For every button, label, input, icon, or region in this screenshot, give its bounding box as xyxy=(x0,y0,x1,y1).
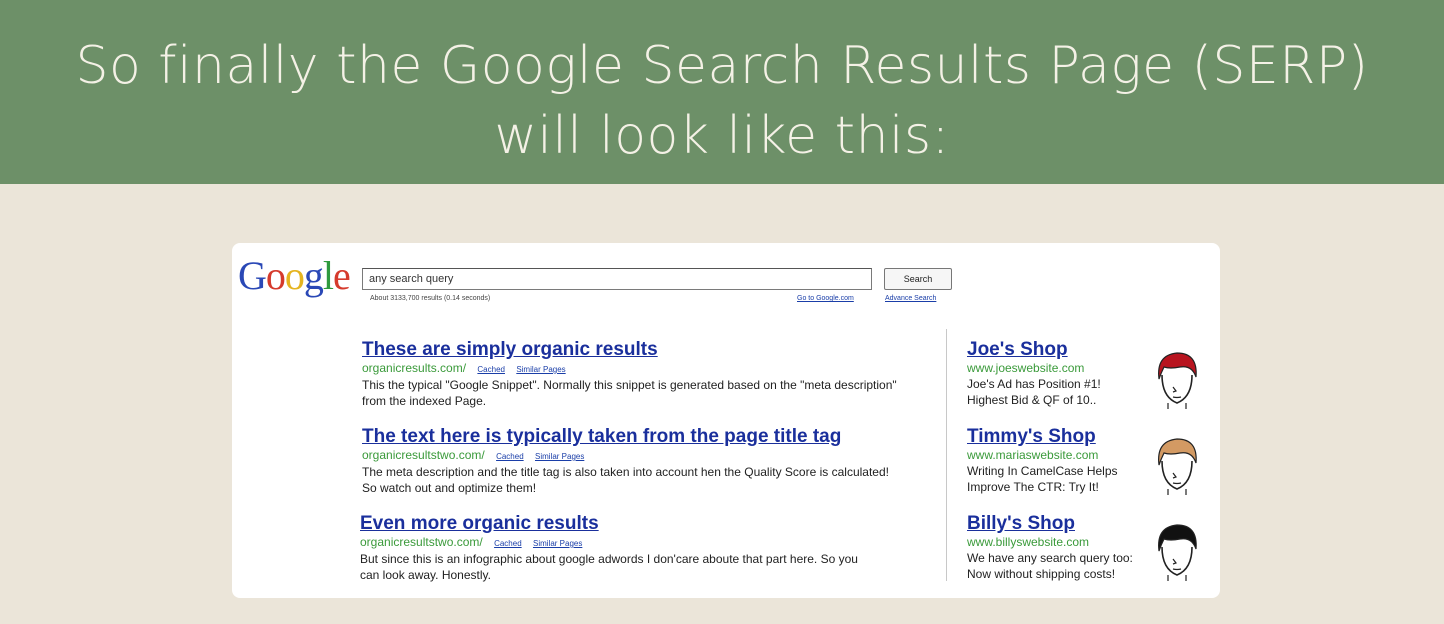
avatar xyxy=(1152,519,1202,581)
search-button[interactable]: Search xyxy=(884,268,952,290)
ad-title-link[interactable]: Joe's Shop xyxy=(967,339,1167,361)
result-snippet: But since this is an infographic about g… xyxy=(360,552,858,582)
ad-text-line: Now without shipping costs! xyxy=(967,567,1116,581)
ad-text-line: Writing In CamelCase Helps xyxy=(967,464,1118,478)
cached-link[interactable]: Cached xyxy=(477,365,505,374)
cached-link[interactable]: Cached xyxy=(496,452,524,461)
similar-pages-link[interactable]: Similar Pages xyxy=(516,365,565,374)
banner-title-line-1: So finally the Google Search Results Pag… xyxy=(75,36,1369,96)
result-title-link[interactable]: Even more organic results xyxy=(360,513,860,535)
logo-letter: o xyxy=(265,253,286,298)
search-input[interactable]: any search query xyxy=(362,268,872,290)
ad-title-link[interactable]: Billy's Shop xyxy=(967,513,1167,535)
logo-letter: g xyxy=(303,253,324,298)
ad-result: Joe's Shop www.joeswebsite.com Joe's Ad … xyxy=(967,339,1167,408)
organic-result: The text here is typically taken from th… xyxy=(362,426,902,496)
result-title-link[interactable]: These are simply organic results xyxy=(362,339,902,361)
organic-result: These are simply organic results organic… xyxy=(362,339,902,409)
logo-letter: G xyxy=(238,253,267,298)
result-title-link[interactable]: The text here is typically taken from th… xyxy=(362,426,902,448)
serp-mockup: Google any search query Search About 313… xyxy=(232,243,1220,598)
ad-result: Billy's Shop www.billyswebsite.com We ha… xyxy=(967,513,1167,582)
result-snippet: This the typical "Google Snippet". Norma… xyxy=(362,378,897,408)
ad-text-line: Joe's Ad has Position #1! xyxy=(967,377,1101,391)
header-banner: So finally the Google Search Results Pag… xyxy=(0,0,1444,184)
ad-text-line: We have any search query too: xyxy=(967,551,1133,565)
result-url: organicresultstwo.com/ xyxy=(360,535,483,549)
organic-result: Even more organic results organicresults… xyxy=(360,513,860,583)
results-divider xyxy=(946,329,947,581)
cached-link[interactable]: Cached xyxy=(494,539,522,548)
result-url: organicresults.com/ xyxy=(362,361,467,375)
ad-url: www.billyswebsite.com xyxy=(967,535,1090,549)
results-stats: About 3133,700 results (0.14 seconds) xyxy=(370,295,491,302)
avatar xyxy=(1152,347,1202,409)
similar-pages-link[interactable]: Similar Pages xyxy=(533,539,582,548)
result-url: organicresultstwo.com/ xyxy=(362,448,485,462)
google-logo[interactable]: Google xyxy=(238,253,351,299)
result-snippet: The meta description and the title tag i… xyxy=(362,465,889,495)
logo-letter: e xyxy=(333,253,351,298)
go-to-google-link[interactable]: Go to Google.com xyxy=(797,295,854,302)
ad-result: Timmy's Shop www.mariaswebsite.com Writi… xyxy=(967,426,1167,495)
logo-letter: o xyxy=(284,253,305,298)
ad-text-line: Improve The CTR: Try It! xyxy=(967,480,1099,494)
similar-pages-link[interactable]: Similar Pages xyxy=(535,452,584,461)
ad-title-link[interactable]: Timmy's Shop xyxy=(967,426,1167,448)
ad-text-line: Highest Bid & QF of 10.. xyxy=(967,393,1097,407)
banner-title-line-2: will look like this: xyxy=(494,106,950,166)
ad-url: www.mariaswebsite.com xyxy=(967,448,1099,462)
ad-url: www.joeswebsite.com xyxy=(967,361,1085,375)
logo-letter: l xyxy=(322,253,334,298)
avatar xyxy=(1152,433,1202,495)
advanced-search-link[interactable]: Advance Search xyxy=(885,295,936,302)
